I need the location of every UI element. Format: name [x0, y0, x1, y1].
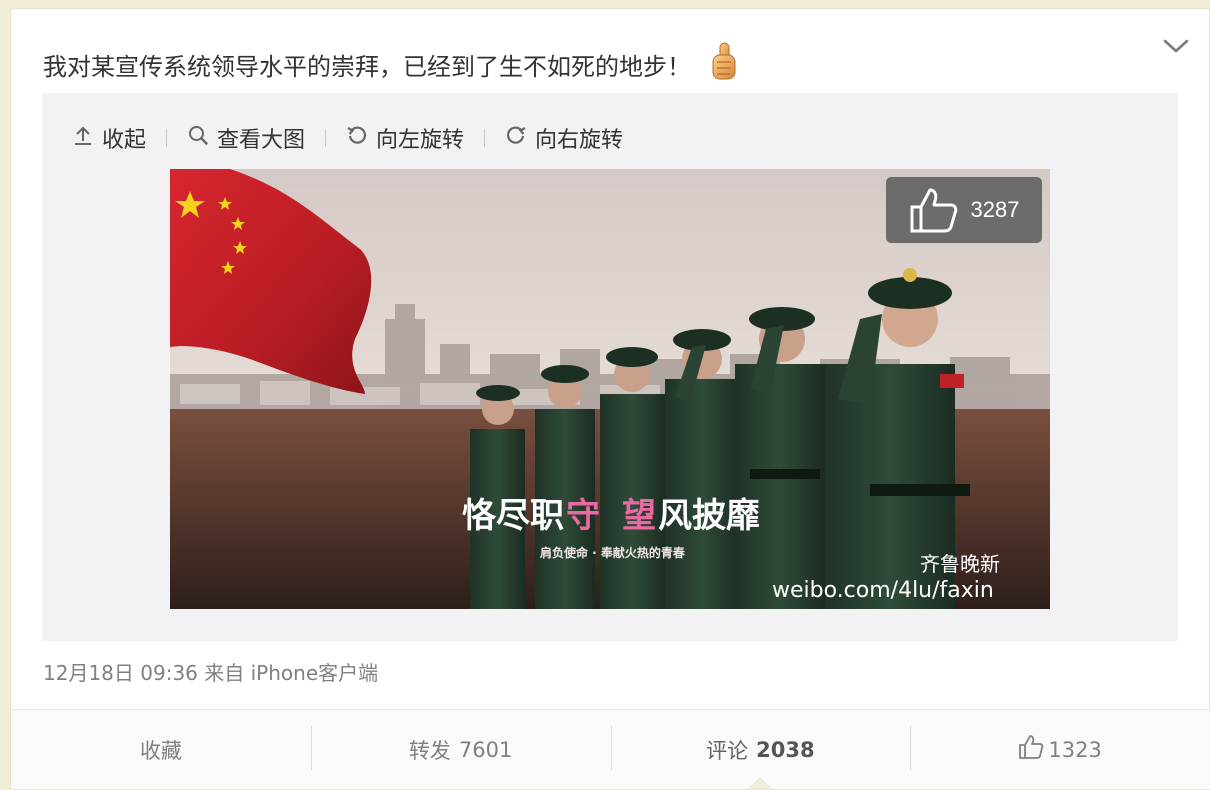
expanded-media-panel: 收起 查看大图 向左旋转 向右旋转 恪尽职 守 望 风披靡 肩负使命 · 奉献火… [42, 93, 1178, 641]
repost-count: 7601 [458, 737, 513, 762]
comment-label: 评论 [706, 738, 749, 763]
collapse-button[interactable]: 收起 [72, 122, 146, 154]
rotate-right-icon [505, 124, 527, 152]
slogan-mid: 守 [566, 496, 600, 536]
favorite-label: 收藏 [139, 738, 182, 763]
view-large-button[interactable]: 查看大图 [187, 122, 305, 154]
toolbar-divider [325, 129, 327, 147]
source-link[interactable]: iPhone客户端 [251, 661, 379, 685]
slogan-right-a: 望 [622, 496, 656, 536]
toolbar-divider [166, 129, 168, 147]
weibo-post-card: 我对某宣传系统领导水平的崇拜，已经到了生不如死的地步！ 收起 查看大图 向左旋转… [10, 8, 1210, 790]
rotate-right-button[interactable]: 向右旋转 [505, 122, 623, 154]
watermark-name: 齐鲁晚新 [920, 552, 1000, 576]
media-toolbar: 收起 查看大图 向左旋转 向右旋转 [72, 123, 623, 153]
favorite-button[interactable]: 收藏 [11, 710, 311, 789]
post-photo[interactable]: 恪尽职 守 望 风披靡 肩负使命 · 奉献火热的青春 齐鲁晚新 weibo.co… [170, 169, 1050, 609]
active-caret [748, 777, 773, 789]
rotate-right-label: 向右旋转 [535, 128, 624, 153]
slogan-tagline: 肩负使命 · 奉献火热的青春 [540, 545, 686, 560]
chevron-down-icon[interactable] [1159, 33, 1193, 59]
thumbs-up-icon [1018, 734, 1044, 765]
slogan-left: 恪尽职 [462, 496, 564, 536]
post-time-link[interactable]: 12月18日 09:36 [43, 661, 198, 685]
image-like-button[interactable]: 3287 [886, 177, 1042, 243]
view-large-label: 查看大图 [217, 128, 306, 153]
rotate-left-label: 向左旋转 [376, 128, 465, 153]
upload-arrow-icon [72, 124, 94, 152]
image-like-count: 3287 [970, 197, 1020, 222]
toolbar-divider [484, 129, 486, 147]
post-text-row: 我对某宣传系统领导水平的崇拜，已经到了生不如死的地步！ [43, 41, 739, 87]
repost-label: 转发 [408, 738, 451, 763]
comment-count: 2038 [756, 737, 815, 762]
like-button[interactable]: 1323 [910, 710, 1210, 789]
post-meta: 12月18日 09:36 来自 iPhone客户端 [43, 657, 378, 686]
post-body: 我对某宣传系统领导水平的崇拜，已经到了生不如死的地步！ [43, 52, 691, 81]
collapse-label: 收起 [102, 128, 147, 153]
repost-button[interactable]: 转发 7601 [310, 710, 611, 789]
from-label: 来自 [204, 661, 245, 685]
like-count: 1323 [1048, 737, 1102, 762]
rotate-left-button[interactable]: 向左旋转 [346, 122, 464, 154]
slogan-right-b: 风披靡 [658, 496, 760, 536]
watermark-url: weibo.com/4lu/faxin [772, 578, 994, 603]
comment-button[interactable]: 评论 2038 [610, 710, 911, 789]
thumbs-up-icon [909, 187, 959, 233]
post-action-bar: 收藏 转发 7601 评论 2038 1323 [11, 709, 1210, 789]
thumbs-up-emoji-icon [709, 41, 739, 87]
rotate-left-icon [346, 124, 368, 152]
search-icon [187, 124, 209, 152]
